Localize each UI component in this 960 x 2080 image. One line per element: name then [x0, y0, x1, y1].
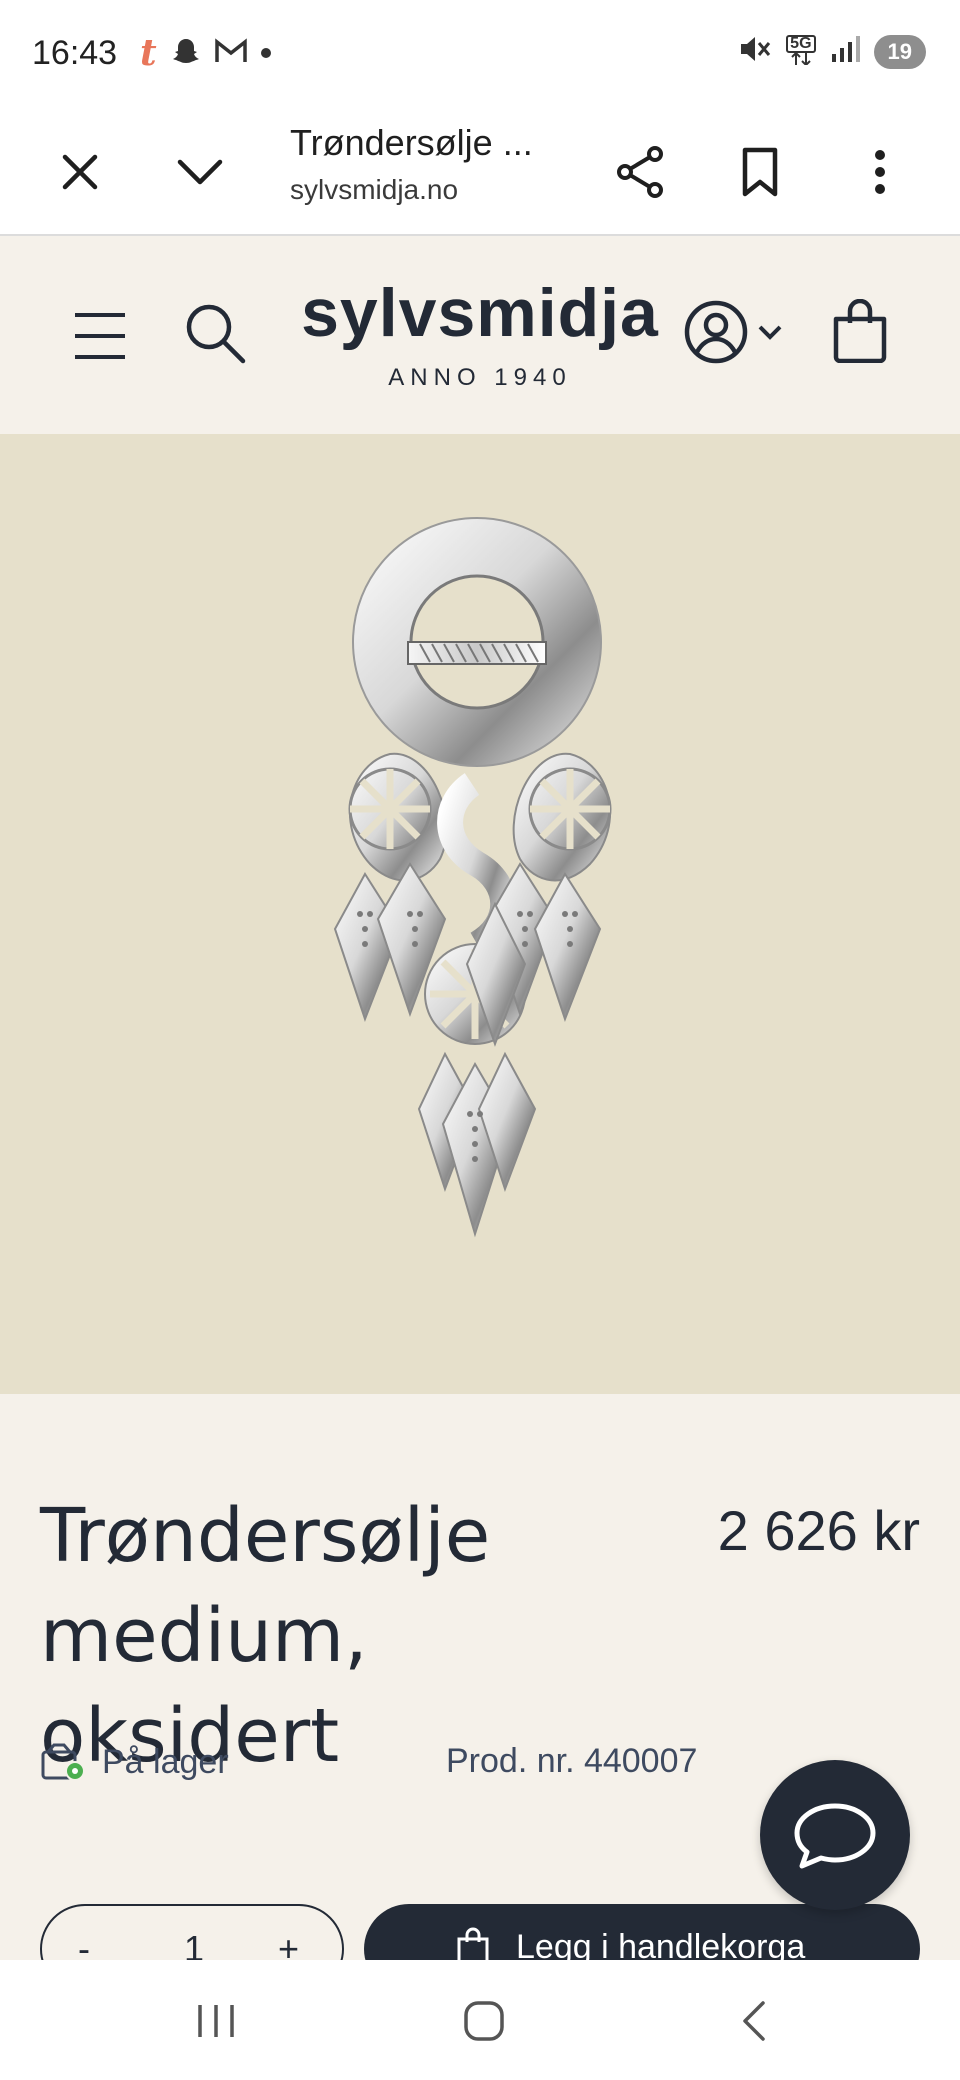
- product-price: 2 626 kr: [717, 1499, 920, 1562]
- user-icon: [684, 300, 748, 364]
- close-button[interactable]: [48, 140, 112, 204]
- shopping-bag-icon: [833, 299, 887, 363]
- close-icon: [62, 154, 98, 190]
- site-logo[interactable]: sylvsmidja: [0, 274, 960, 352]
- chevron-down-icon: [177, 159, 223, 185]
- system-icons: 5G 19: [738, 34, 926, 69]
- dot-icon: [260, 48, 271, 58]
- chat-bubble-icon: [794, 1803, 876, 1869]
- system-nav-bar: [0, 1960, 960, 2080]
- stock-status: På lager: [40, 1742, 229, 1782]
- chat-button[interactable]: [760, 1760, 910, 1910]
- home-icon: [464, 2001, 504, 2041]
- share-button[interactable]: [608, 140, 672, 204]
- chevron-down-icon: [758, 325, 782, 340]
- back-icon: [743, 2001, 765, 2041]
- product-number: Prod. nr. 440007: [446, 1742, 698, 1780]
- notification-icons: t: [140, 32, 271, 74]
- minimize-button[interactable]: [168, 140, 232, 204]
- account-button[interactable]: [678, 298, 788, 366]
- cart-button[interactable]: [830, 296, 890, 366]
- battery-indicator: 19: [873, 34, 926, 69]
- product-title: Trøndersølje medium, oksidert: [40, 1493, 491, 1779]
- site-logo-tagline: ANNO 1940: [388, 364, 572, 391]
- share-icon: [617, 146, 663, 198]
- page-title: Trøndersølje ...: [290, 122, 533, 163]
- status-bar: 16:43 t 5G 19: [0, 0, 960, 108]
- signal-icon: [830, 34, 860, 69]
- brooch-image: [333, 517, 612, 1238]
- recent-apps-button[interactable]: [186, 1996, 246, 2046]
- stock-icon: [41, 1743, 85, 1781]
- stock-label: På lager: [102, 1742, 229, 1781]
- bookmark-button[interactable]: [728, 140, 792, 204]
- status-time: 16:43: [32, 34, 118, 72]
- more-vert-icon: [875, 150, 885, 194]
- more-button[interactable]: [848, 140, 912, 204]
- product-image[interactable]: [0, 434, 960, 1394]
- home-button[interactable]: [454, 1996, 514, 2046]
- page-url: sylvsmidja.no: [290, 174, 459, 205]
- tumblr-icon: t: [140, 32, 157, 74]
- snapchat-icon: [171, 36, 201, 71]
- back-button[interactable]: [724, 1996, 784, 2046]
- mute-icon: [738, 34, 772, 69]
- browser-toolbar: Trøndersølje ... sylvsmidja.no: [0, 108, 960, 236]
- gmail-icon: [214, 37, 247, 69]
- site-header: sylvsmidja ANNO 1940: [0, 236, 960, 434]
- bookmark-icon: [742, 147, 778, 197]
- recent-apps-icon: [198, 2005, 234, 2037]
- 5g-icon: 5G: [786, 35, 816, 68]
